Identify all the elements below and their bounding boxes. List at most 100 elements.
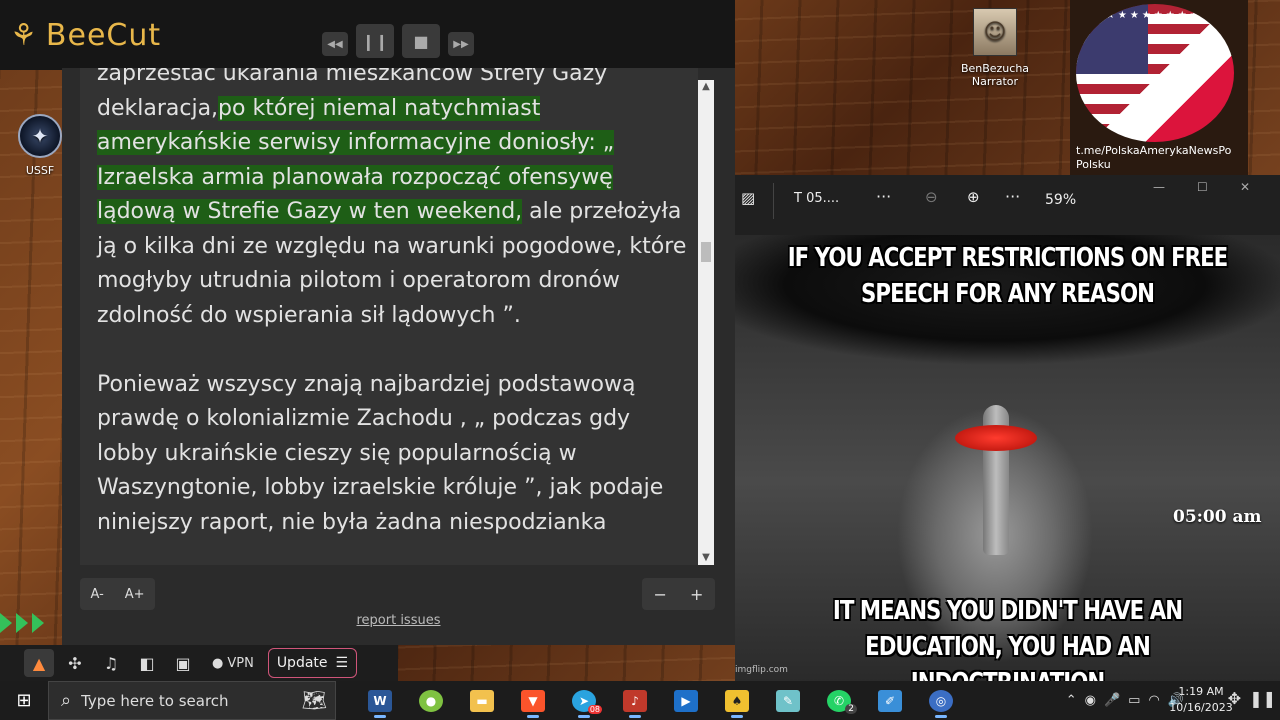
scroll-thumb[interactable] (701, 242, 711, 262)
taskbar-paint-icon[interactable]: ✐ (866, 681, 914, 720)
puzzle-extensions-icon[interactable]: ✣ (60, 649, 90, 677)
reader-text-area[interactable]: zaprzestać ukarania mieszkańców Strefy G… (80, 68, 698, 565)
telegram-badge: 08 (587, 705, 602, 714)
maximize-icon[interactable]: ☐ (1197, 180, 1208, 194)
narrator-avatar: ☺ (973, 8, 1017, 56)
reader-text: zaprzestać ukarania mieszkańców Strefy G… (97, 68, 608, 86)
reader-text: deklaracja, (97, 95, 219, 121)
taskbar-notes-app-icon[interactable]: ✎ (764, 681, 812, 720)
scroll-down-arrow-icon[interactable]: ▼ (698, 551, 714, 565)
rewind-button[interactable]: ◀◀ (322, 32, 348, 56)
reader-text: Ponieważ wszyscy znają najbardziej podst… (97, 371, 664, 535)
beecut-logo-text: BeeCut (45, 18, 162, 53)
search-highlight-icon: 🗺 (301, 688, 327, 712)
photos-titlebar: ▨ T 05.... ··· ⊖ ⊕ ··· 59% — ☐ ✕ (735, 175, 1280, 235)
start-button-windows-icon[interactable]: ⊞ (0, 681, 48, 720)
overlay-time-label: 05:00 am (1173, 507, 1262, 527)
tray-wifi-icon[interactable]: ◠ (1148, 693, 1159, 708)
taskbar-android-app-icon[interactable]: ● (407, 681, 455, 720)
flag-canton: ★★★★★★★★★★★★★★★ (1076, 4, 1234, 74)
reader-panel: zaprzestać ukarania mieszkańców Strefy G… (62, 68, 735, 645)
taskbar-whatsapp-icon[interactable]: ✆ 2 (815, 681, 863, 720)
search-icon: ⌕ (61, 690, 72, 711)
desktop-icon-narrator-label: BenBezucha Narrator (960, 62, 1030, 88)
meme-top-caption: IF YOU ACCEPT RESTRICTIONS ON FREE SPEEC… (787, 243, 1229, 309)
titlebar-divider (773, 183, 774, 219)
zoom-in-icon[interactable]: ⊕ (967, 188, 980, 206)
green-arrow-icon (32, 613, 44, 633)
flag-image-tile: ★★★★★★★★★★★★★★★ t.me/PolskaAmerykaNewsPo… (1070, 0, 1248, 175)
stop-button[interactable]: ■ (402, 24, 440, 58)
close-icon[interactable]: ✕ (1240, 180, 1250, 194)
windows-taskbar: ⊞ ⌕ Type here to search 🗺 W ● ▬ ▼ ➤ 08 ♪… (0, 681, 1280, 720)
desktop-icon-ussf[interactable]: ✦ USSF (10, 114, 70, 177)
vpn-label: VPN (227, 655, 254, 671)
reader-zoom-controls: − + (642, 578, 715, 610)
green-arrow-icon (0, 613, 12, 633)
green-play-tabs[interactable] (0, 613, 44, 633)
reader-scrollbar[interactable]: ▲ ▼ (698, 80, 714, 565)
photos-app-icon: ▨ (741, 189, 756, 207)
desktop-icon-narrator[interactable]: ☺ BenBezucha Narrator (948, 8, 1042, 88)
move-cursor-icon[interactable]: ✥ (1228, 689, 1241, 708)
beecut-logo: ⚘ BeeCut (10, 18, 161, 53)
photo-zoom-level: 59% (1045, 192, 1077, 208)
bee-logo-icon: ⚘ (10, 18, 38, 53)
taskbar-file-explorer-icon[interactable]: ▬ (458, 681, 506, 720)
reader-content: zaprzestać ukarania mieszkańców Strefy G… (97, 68, 687, 565)
taskbar-word-icon[interactable]: W (356, 681, 404, 720)
meme-bottom-caption: IT MEANS YOU DIDN'T HAVE AN EDUCATION, Y… (832, 596, 1183, 683)
more-options-icon[interactable]: ··· (876, 187, 891, 206)
tray-microphone-icon[interactable]: 🎤 (1104, 693, 1120, 708)
beecut-toolbar: ⚘ BeeCut ◀◀ ❙❙ ■ ▶▶ (0, 0, 735, 70)
reader-paragraph: zaprzestać ukarania mieszkańców Strefy G… (97, 68, 687, 333)
wallet-icon[interactable]: ▣ (168, 649, 198, 677)
taskbar-media-app-icon[interactable]: ♪ (611, 681, 659, 720)
update-button[interactable]: Update ☰ (267, 648, 358, 678)
scroll-up-arrow-icon[interactable]: ▲ (698, 80, 714, 94)
font-increase-button[interactable]: A+ (125, 587, 145, 602)
taskbar-clock[interactable]: 1:19 AM 10/16/2023 (1166, 684, 1236, 716)
taskbar-beecut-icon[interactable]: ♠ (713, 681, 761, 720)
photo-file-name: T 05.... (794, 191, 840, 206)
taskbar-date: 10/16/2023 (1169, 701, 1233, 714)
report-issues-link[interactable]: report issues (62, 613, 735, 628)
whatsapp-badge: 2 (845, 704, 857, 714)
green-arrow-icon (16, 613, 28, 633)
zoom-in-button[interactable]: + (690, 585, 703, 604)
zoom-out-icon[interactable]: ⊖ (925, 188, 938, 206)
minimize-icon[interactable]: — (1153, 180, 1165, 194)
tray-app-icon[interactable]: ◉ (1085, 693, 1096, 708)
meme-lips-shape (955, 425, 1037, 451)
vpn-button[interactable]: ● VPN (204, 649, 262, 677)
desktop-icon-ussf-label: USSF (25, 164, 55, 177)
taskbar-corner: ✥ ❚❚ (1228, 689, 1276, 708)
taskbar-search-box[interactable]: ⌕ Type here to search 🗺 (48, 681, 336, 720)
taskbar-chrome-icon[interactable]: ◎ (917, 681, 965, 720)
tray-display-icon[interactable]: ▭ (1128, 693, 1140, 708)
search-placeholder: Type here to search (81, 691, 229, 710)
taskbar-movies-icon[interactable]: ▶ (662, 681, 710, 720)
taskbar-time: 1:19 AM (1178, 685, 1224, 698)
update-label: Update (276, 655, 328, 671)
music-note-icon[interactable]: ♫ (96, 649, 126, 677)
zoom-out-button[interactable]: − (654, 585, 667, 604)
browser-extensions-bar: ▲ ✣ ♫ ◧ ▣ ● VPN Update ☰ (0, 645, 398, 681)
pause-button[interactable]: ❙❙ (356, 24, 394, 58)
flag-caption: t.me/PolskaAmerykaNewsPo Polsku (1076, 144, 1232, 171)
brave-extension-icon[interactable]: ▲ (24, 649, 54, 677)
pause-overlay-icon[interactable]: ❚❚ (1249, 689, 1276, 708)
fast-forward-button[interactable]: ▶▶ (448, 32, 474, 56)
more-actions-icon[interactable]: ··· (1005, 187, 1020, 206)
playback-controls: ◀◀ ❙❙ ■ ▶▶ (322, 24, 474, 58)
photos-viewer-window: ▨ T 05.... ··· ⊖ ⊕ ··· 59% — ☐ ✕ IF YOU … (735, 175, 1280, 683)
taskbar-brave-icon[interactable]: ▼ (509, 681, 557, 720)
tray-chevron-up-icon[interactable]: ⌃ (1066, 693, 1077, 708)
ussf-logo-icon: ✦ (18, 114, 62, 158)
sidebar-toggle-icon[interactable]: ◧ (132, 649, 162, 677)
reader-paragraph: Ponieważ wszyscy znają najbardziej podst… (97, 368, 687, 541)
meme-image: IF YOU ACCEPT RESTRICTIONS ON FREE SPEEC… (735, 235, 1280, 683)
font-decrease-button[interactable]: A- (90, 587, 103, 602)
taskbar-telegram-icon[interactable]: ➤ 08 (560, 681, 608, 720)
vpn-status-icon: ● (212, 655, 224, 671)
